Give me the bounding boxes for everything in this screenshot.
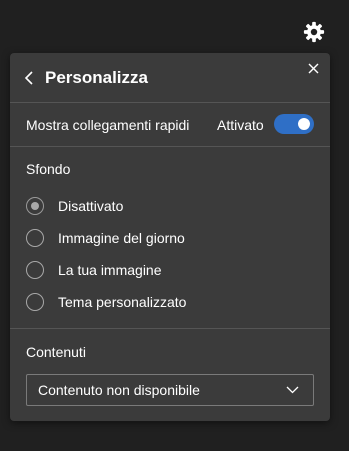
gear-icon — [303, 21, 325, 43]
content-select-chevron — [285, 384, 299, 396]
radio-label: Immagine del giorno — [58, 230, 185, 246]
radio-button-checked[interactable] — [26, 197, 44, 215]
radio-button[interactable] — [26, 293, 44, 311]
shortcuts-row: Mostra collegamenti rapidi Attivato — [10, 103, 330, 147]
radio-option-off[interactable]: Disattivato — [26, 196, 316, 220]
content-select-value: Contenuto non disponibile — [38, 382, 200, 398]
radio-button[interactable] — [26, 261, 44, 279]
radio-label: Disattivato — [58, 198, 124, 214]
background-heading: Sfondo — [26, 161, 71, 177]
settings-gear-button[interactable] — [301, 19, 327, 45]
chevron-down-icon — [286, 386, 298, 394]
back-button[interactable] — [22, 69, 36, 87]
radio-option-your-image[interactable]: La tua immagine — [26, 260, 316, 284]
shortcuts-status-text: Attivato — [217, 117, 264, 133]
radio-option-custom-theme[interactable]: Tema personalizzato — [26, 292, 316, 316]
toggle-knob — [298, 118, 310, 130]
radio-label: Tema personalizzato — [58, 294, 187, 310]
panel-header: Personalizza — [10, 53, 330, 102]
shortcuts-label: Mostra collegamenti rapidi — [26, 117, 190, 133]
content-select[interactable]: Contenuto non disponibile — [26, 374, 314, 406]
radio-label: La tua immagine — [58, 262, 162, 278]
close-button[interactable] — [305, 60, 321, 76]
close-icon — [308, 63, 318, 73]
panel-title: Personalizza — [45, 68, 148, 87]
personalize-panel: Personalizza Mostra collegamenti rapidi … — [10, 53, 330, 421]
chevron-left-icon — [24, 71, 33, 85]
background-divider — [10, 328, 330, 329]
radio-option-daily-image[interactable]: Immagine del giorno — [26, 228, 316, 252]
radio-button[interactable] — [26, 229, 44, 247]
radio-dot — [31, 202, 39, 210]
shortcuts-toggle[interactable] — [274, 114, 314, 134]
shortcuts-divider — [10, 146, 330, 147]
content-heading: Contenuti — [26, 344, 86, 360]
